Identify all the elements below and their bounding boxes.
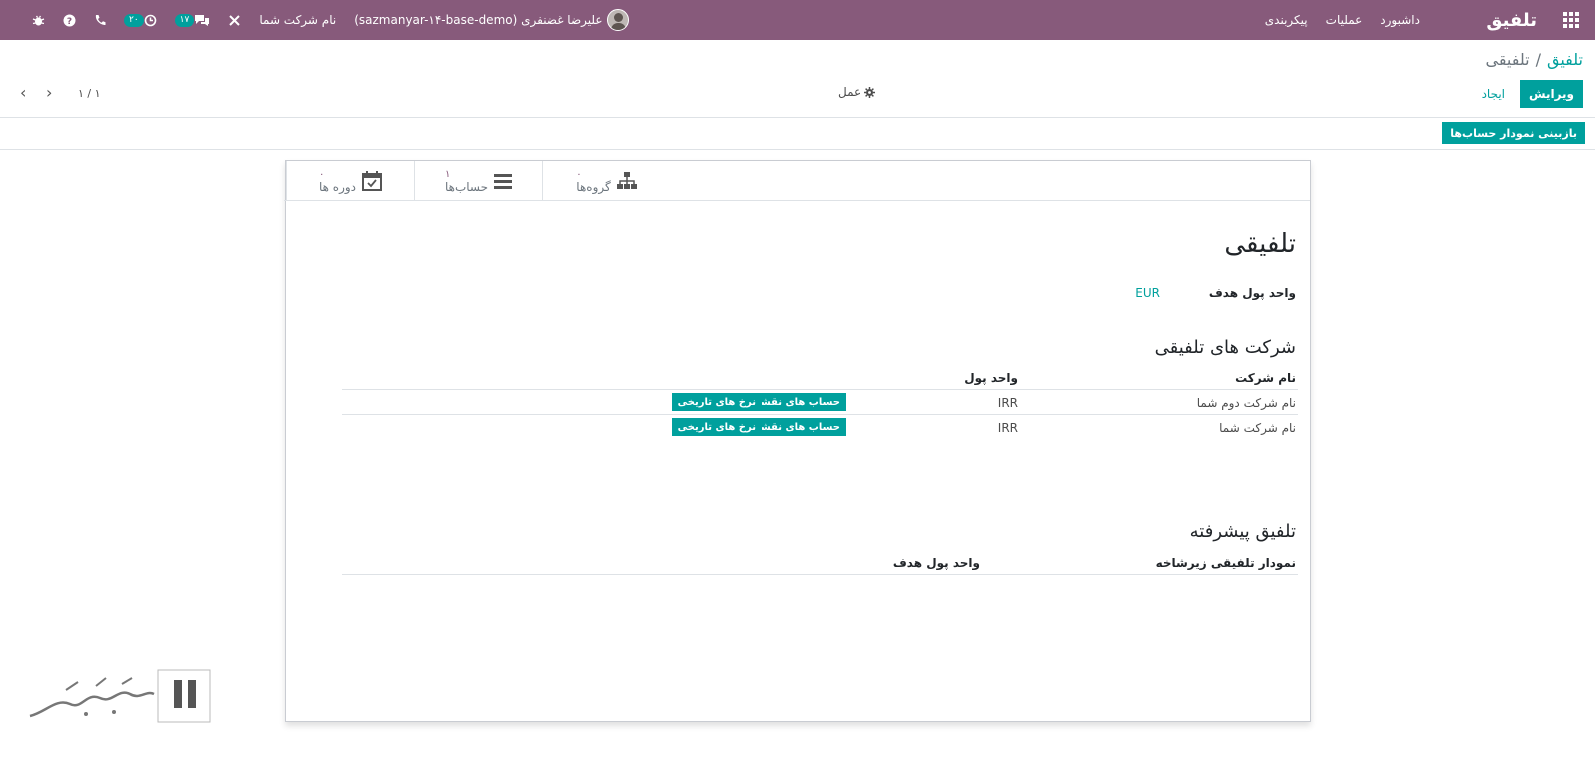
advanced-section-title: تلفیق پیشرفته [1189, 521, 1296, 542]
activities-menu[interactable]: ۲۰ [124, 13, 157, 27]
smart-button-periods-label: دوره ها [318, 179, 357, 194]
action-menu[interactable]: عمل [838, 85, 876, 99]
main-menu: داشبورد عملیات پیکربندی [1265, 0, 1420, 40]
smart-button-groups[interactable]: ۰ گروه‌ها [542, 161, 670, 200]
user-name: علیرضا غضنفری (sazmanyar-۱۴-base-demo) [354, 13, 603, 27]
currency-cell: IRR [997, 396, 1018, 410]
control-panel: تلفیق / تلفیقی ویرایش ایجاد عمل ۱ / ۱ ‹ › [0, 40, 1595, 118]
pager-next-icon[interactable]: › [46, 83, 52, 102]
messages-count-badge: ۱۷ [174, 13, 195, 27]
svg-text:?: ? [67, 17, 72, 27]
menu-item-operations[interactable]: عملیات [1326, 13, 1363, 27]
gear-icon [864, 86, 876, 98]
smart-button-accounts-value: ۱ [444, 168, 451, 180]
breadcrumb-separator: / [1535, 50, 1541, 69]
apps-menu-icon[interactable] [1559, 0, 1583, 40]
smart-button-periods-value: ۰ [318, 168, 325, 180]
systray: علیرضا غضنفری (sazmanyar-۱۴-base-demo) ن… [14, 0, 629, 40]
list-icon [494, 173, 513, 189]
advanced-table: نمودار تلفیقی زیرشاخه واحد پول هدف [342, 551, 1298, 575]
pager-value[interactable]: ۱ / ۱ [78, 87, 101, 100]
menu-item-dashboard[interactable]: داشبورد [1380, 13, 1420, 27]
sitemap-icon [616, 171, 637, 190]
companies-section-title: شرکت های تلفیقی [1154, 337, 1296, 358]
chart-accounts-button[interactable]: حساب های نقشه [748, 393, 846, 411]
breadcrumb: تلفیق / تلفیقی [1485, 50, 1583, 69]
form-sheet: ۰ گروه‌ها ۱ حساب‌ها ۰ دوره ها تلفیقی واح [284, 160, 1311, 722]
review-chart-of-accounts-button[interactable]: بازبینی نمودار حساب‌ها [1442, 122, 1585, 144]
table-row[interactable]: نام شرکت دوم شما IRR حساب های نقشه نرخ ه… [342, 390, 1298, 415]
column-target-currency: واحد پول هدف [892, 556, 980, 570]
activities-count-badge: ۲۰ [124, 13, 144, 27]
smart-button-groups-value: ۰ [576, 168, 582, 180]
currency-cell: IRR [997, 421, 1018, 435]
target-currency-value[interactable]: EUR [1135, 286, 1160, 300]
action-menu-label: عمل [838, 85, 862, 99]
record-title: تلفیقی [1224, 229, 1296, 259]
calendar-check-icon [362, 170, 383, 191]
clock-icon [144, 14, 156, 26]
column-currency: واحد پول [964, 371, 1018, 385]
companies-table: نام شرکت واحد پول نام شرکت دوم شما IRR ح… [342, 366, 1298, 440]
phone-icon[interactable] [94, 14, 106, 26]
user-menu[interactable]: علیرضا غضنفری (sazmanyar-۱۴-base-demo) [354, 9, 629, 31]
company-name-cell: نام شرکت دوم شما [1196, 396, 1296, 410]
create-button[interactable]: ایجاد [1474, 80, 1513, 108]
smart-button-box: ۰ گروه‌ها ۱ حساب‌ها ۰ دوره ها [284, 161, 1310, 201]
menu-item-configuration[interactable]: پیکربندی [1265, 13, 1308, 27]
tools-icon[interactable] [228, 14, 241, 27]
smart-button-accounts-label: حساب‌ها [444, 179, 489, 194]
form-statusbar: بازبینی نمودار حساب‌ها [0, 118, 1595, 150]
historical-rates-button[interactable]: نرخ های تاریخی [671, 393, 762, 411]
advanced-table-header: نمودار تلفیقی زیرشاخه واحد پول هدف [342, 551, 1298, 575]
top-navbar: تلفیق داشبورد عملیات پیکربندی علیرضا غضن… [0, 0, 1595, 40]
avatar [606, 9, 629, 31]
company-name-cell: نام شرکت شما [1219, 421, 1296, 435]
breadcrumb-current: تلفیقی [1485, 50, 1530, 69]
bug-icon[interactable] [32, 14, 45, 27]
help-icon[interactable]: ? [63, 14, 76, 27]
table-row[interactable]: نام شرکت شما IRR حساب های نقشه نرخ های ت… [342, 415, 1298, 440]
pager-previous-icon[interactable]: ‹ [20, 83, 26, 102]
companies-table-header: نام شرکت واحد پول [342, 366, 1298, 390]
smart-button-groups-label: گروه‌ها [576, 179, 611, 194]
company-switcher-label: نام شرکت شما [259, 13, 337, 27]
watermark-logo [26, 668, 216, 730]
target-currency-field: واحد پول هدف EUR [356, 286, 1296, 306]
edit-button[interactable]: ویرایش [1519, 80, 1583, 108]
target-currency-label: واحد پول هدف [1208, 286, 1296, 300]
smart-button-accounts[interactable]: ۱ حساب‌ها [414, 161, 542, 200]
messages-menu[interactable]: ۱۷ [174, 13, 211, 27]
chat-icon [195, 14, 210, 26]
smart-button-periods[interactable]: ۰ دوره ها [286, 161, 414, 200]
app-brand[interactable]: تلفیق [1486, 0, 1537, 40]
column-subchart: نمودار تلفیقی زیرشاخه [1155, 556, 1296, 570]
chart-accounts-button[interactable]: حساب های نقشه [748, 418, 846, 436]
historical-rates-button[interactable]: نرخ های تاریخی [671, 418, 762, 436]
company-switcher[interactable]: نام شرکت شما [259, 13, 336, 27]
column-company-name: نام شرکت [1235, 371, 1296, 385]
breadcrumb-parent[interactable]: تلفیق [1547, 50, 1583, 69]
